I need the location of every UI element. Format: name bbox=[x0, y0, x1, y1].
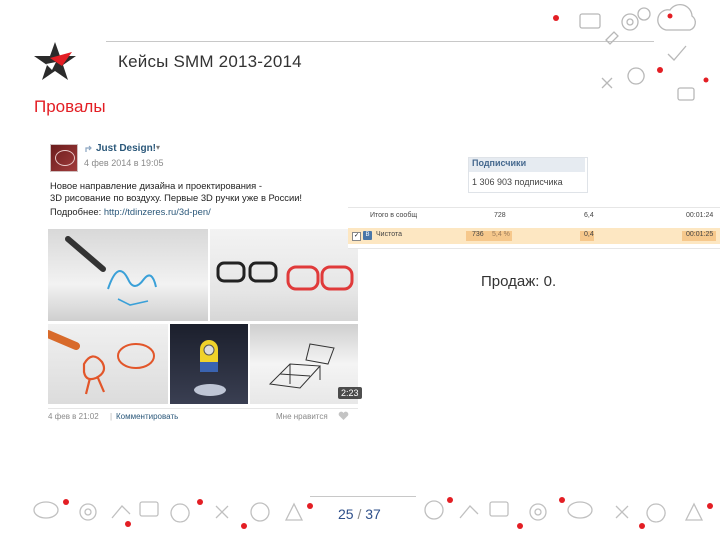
stats-cell-label[interactable]: Чистотa bbox=[376, 231, 402, 238]
post-photo[interactable] bbox=[48, 324, 168, 404]
stats-cell-value: 736 bbox=[472, 231, 484, 238]
author-dropdown-caret[interactable]: ▾ bbox=[156, 143, 160, 152]
stats-cell-value: 00:01:25 bbox=[686, 231, 714, 238]
decorative-doodle-icons bbox=[424, 497, 713, 529]
page-total: 37 bbox=[365, 506, 381, 522]
decorative-doodle-icons bbox=[33, 499, 313, 529]
comment-link[interactable]: Комментировать bbox=[116, 412, 178, 421]
repost-icon bbox=[85, 145, 92, 152]
page-current: 25 bbox=[338, 506, 354, 522]
post-photo[interactable] bbox=[48, 229, 208, 321]
stats-row-highlighted[interactable]: ✓ В Чистотa 736 5,4 % 0,4 00:01:25 bbox=[348, 228, 720, 244]
subscribers-count: 1 306 903 подписчика bbox=[472, 177, 563, 187]
sales-result-text: Продаж: 0. bbox=[481, 273, 557, 290]
post-photo[interactable] bbox=[170, 324, 248, 404]
like-button-label[interactable]: Мне нравится bbox=[276, 412, 328, 421]
stats-cell-label: Итого в сообщ bbox=[370, 212, 418, 219]
heart-icon[interactable] bbox=[338, 411, 349, 421]
row-checkbox[interactable]: ✓ bbox=[352, 232, 361, 241]
post-text-line: 3D рисование по воздуху. Первые 3D ручки… bbox=[50, 192, 303, 203]
post-text: Новое направление дизайна и проектирован… bbox=[50, 180, 350, 204]
stats-row-total: Итого в сообщ 728 6,4 00:01:24 bbox=[348, 211, 720, 225]
post-link-url[interactable]: http://tdinzeres.ru/3d-pen/ bbox=[104, 206, 211, 217]
page-number-divider bbox=[310, 496, 416, 497]
stats-cell-extra: 5,4 % bbox=[492, 231, 510, 238]
post-link-line: Подробнее: http://tdinzeres.ru/3d-pen/ bbox=[50, 206, 211, 217]
post-link-label: Подробнее: bbox=[50, 206, 102, 217]
post-text-line: Новое направление дизайна и проектирован… bbox=[50, 180, 262, 191]
post-footer-date[interactable]: 4 фев в 21:02 bbox=[48, 412, 99, 421]
stats-cell-value: 728 bbox=[494, 212, 506, 219]
stats-cell-value: 00:01:24 bbox=[686, 212, 714, 219]
slide-title: Кейсы SMM 2013-2014 bbox=[118, 52, 302, 71]
post-photo[interactable] bbox=[210, 229, 358, 321]
post-footer-divider bbox=[48, 408, 358, 409]
post-date[interactable]: 4 фев 2014 в 19:05 bbox=[84, 158, 164, 168]
decorative-doodle-icons bbox=[553, 3, 709, 101]
group-avatar[interactable] bbox=[50, 144, 78, 172]
subscribers-title[interactable]: Подписчики bbox=[472, 158, 526, 168]
page-number: 25 / 37 bbox=[338, 506, 381, 522]
post-footer-separator: | bbox=[110, 412, 113, 421]
stats-cell-value: 0,4 bbox=[584, 231, 594, 238]
company-logo bbox=[34, 42, 76, 80]
vk-icon: В bbox=[363, 231, 372, 240]
stats-cell-value: 6,4 bbox=[584, 212, 594, 219]
page-separator: / bbox=[357, 506, 362, 522]
post-author-link[interactable]: Just Design! bbox=[96, 143, 156, 154]
video-duration: 2:23 bbox=[338, 387, 362, 399]
section-title: Провалы bbox=[34, 97, 106, 116]
